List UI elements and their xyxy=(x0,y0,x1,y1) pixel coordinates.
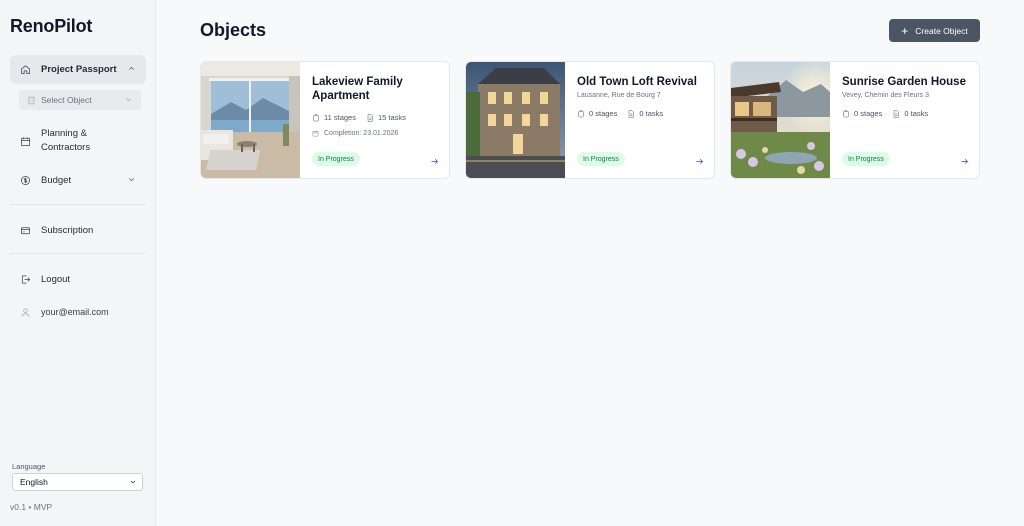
clipboard-icon xyxy=(843,109,849,117)
file-icon xyxy=(367,113,373,122)
sidebar-item-planning-contractors[interactable]: Planning & Contractors xyxy=(10,126,146,156)
completion-date: Completion: 23.01.2026 xyxy=(312,130,398,137)
chevron-down-icon xyxy=(124,95,133,106)
language-label: Language xyxy=(12,462,46,471)
stages-count: 11 stages xyxy=(324,113,356,122)
sidebar-item-label: Planning & Contractors xyxy=(41,128,91,153)
home-icon xyxy=(16,64,34,75)
tasks-stat: 0 tasks xyxy=(627,109,663,118)
page-title: Objects xyxy=(200,20,267,40)
object-card[interactable]: Lakeview Family Apartment 11 stages 15 t… xyxy=(200,61,450,179)
sidebar-divider xyxy=(10,253,146,254)
sidebar-item-label: Logout xyxy=(41,273,71,285)
object-title: Lakeview Family Apartment xyxy=(312,76,403,102)
sidebar-item-label: Budget xyxy=(41,174,72,186)
sidebar-item-project-passport[interactable]: Project Passport xyxy=(10,55,146,84)
object-image xyxy=(466,62,565,178)
language-select[interactable]: English xyxy=(12,473,143,491)
calendar-icon xyxy=(312,130,319,137)
select-object-label: Select Object xyxy=(41,95,92,105)
object-address: Vevey, Chemin des Fleurs 3 xyxy=(842,92,930,99)
completion-text: Completion: 23.01.2026 xyxy=(324,130,399,137)
sidebar-item-label: your@email.com xyxy=(41,307,109,317)
object-card[interactable]: Old Town Loft Revival Lausanne, Rue de B… xyxy=(465,61,715,179)
object-address: Lausanne, Rue de Bourg 7 xyxy=(577,92,661,99)
calendar-icon xyxy=(16,136,34,147)
clipboard-icon xyxy=(578,109,584,117)
object-image xyxy=(731,62,830,178)
status-badge: In Progress xyxy=(842,152,890,166)
sidebar-item-label: Subscription xyxy=(41,224,94,236)
object-stats: 0 stages 0 tasks xyxy=(842,109,938,118)
create-object-button[interactable]: + Create Object xyxy=(889,19,980,42)
dollar-icon xyxy=(16,175,34,186)
clipboard-icon xyxy=(313,113,319,121)
status-badge: In Progress xyxy=(577,152,625,166)
object-stats: 11 stages 15 tasks xyxy=(312,113,416,122)
object-card-body: Sunrise Garden House Vevey, Chemin des F… xyxy=(842,62,969,178)
status-badge: In Progress xyxy=(312,152,360,166)
object-card-body: Lakeview Family Apartment 11 stages 15 t… xyxy=(312,62,439,178)
object-title: Old Town Loft Revival xyxy=(577,76,697,88)
arrow-right-icon[interactable] xyxy=(960,153,969,171)
tasks-count: 0 tasks xyxy=(904,109,929,118)
object-card[interactable]: Sunrise Garden House Vevey, Chemin des F… xyxy=(730,61,980,179)
select-object-dropdown[interactable]: Select Object xyxy=(19,90,141,110)
arrow-right-icon[interactable] xyxy=(695,153,704,171)
stages-stat: 0 stages xyxy=(842,109,882,118)
stages-stat: 11 stages xyxy=(312,113,356,122)
user-icon xyxy=(16,307,34,318)
create-object-label: Create Object xyxy=(915,25,968,36)
sidebar: RenoPilot Project Passport Select Object… xyxy=(0,0,156,526)
file-icon xyxy=(629,109,634,118)
brand-logo[interactable]: RenoPilot xyxy=(10,16,92,37)
chevron-down-icon xyxy=(129,478,137,488)
sidebar-divider xyxy=(10,204,146,205)
sidebar-item-budget[interactable]: Budget xyxy=(10,171,146,189)
object-card-body: Old Town Loft Revival Lausanne, Rue de B… xyxy=(577,62,704,178)
building-icon xyxy=(27,96,36,105)
tasks-stat: 15 tasks xyxy=(366,113,406,122)
sidebar-item-subscription[interactable]: Subscription xyxy=(10,221,146,239)
stages-count: 0 stages xyxy=(854,109,883,118)
object-title: Sunrise Garden House xyxy=(842,76,966,88)
logout-icon xyxy=(16,274,34,285)
object-stats: 0 stages 0 tasks xyxy=(577,109,673,118)
sidebar-item-label: Project Passport xyxy=(41,64,117,75)
sidebar-user-email[interactable]: your@email.com xyxy=(10,303,146,321)
arrow-right-icon[interactable] xyxy=(430,153,439,171)
chevron-up-icon xyxy=(127,64,136,76)
tasks-count: 15 tasks xyxy=(377,113,406,122)
stages-stat: 0 stages xyxy=(577,109,617,118)
file-icon xyxy=(894,109,899,118)
credit-card-icon xyxy=(16,225,34,236)
tasks-stat: 0 tasks xyxy=(892,109,928,118)
language-value: English xyxy=(20,477,48,487)
sidebar-item-logout[interactable]: Logout xyxy=(10,270,146,288)
plus-icon: + xyxy=(901,23,909,38)
object-image xyxy=(201,62,300,178)
tasks-count: 0 tasks xyxy=(639,109,664,118)
stages-count: 0 stages xyxy=(589,109,618,118)
chevron-down-icon xyxy=(127,175,136,187)
version-label: v0.1 • MVP xyxy=(10,502,53,512)
